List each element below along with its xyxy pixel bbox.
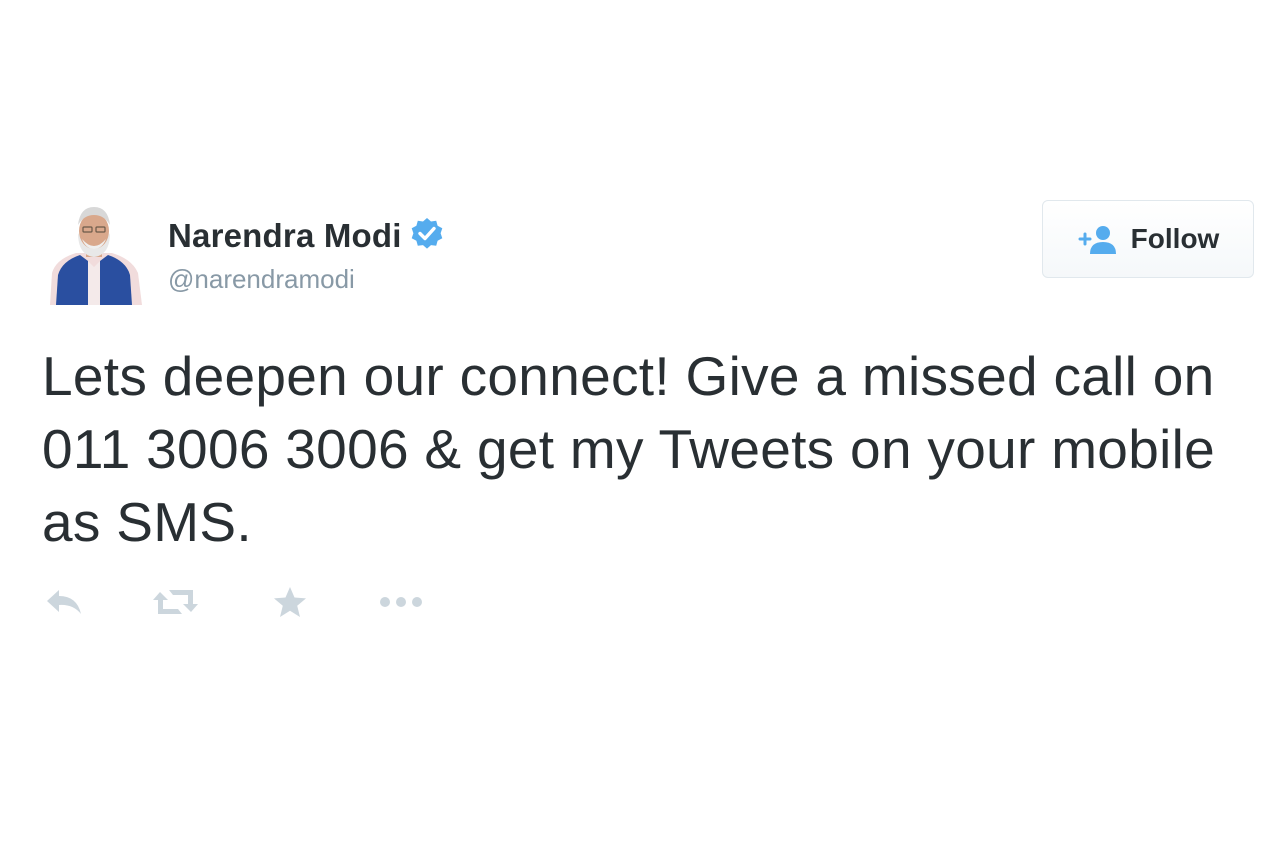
follow-label: Follow: [1130, 223, 1220, 254]
star-icon[interactable]: [270, 582, 310, 622]
tweet-text: Lets deepen our connect! Give a missed c…: [42, 345, 1216, 553]
user-handle[interactable]: @narendramodi: [168, 264, 444, 295]
tweet-card: Narendra Modi @narendramodi Follow Lets …: [0, 0, 1280, 850]
verified-badge-icon: [410, 217, 444, 251]
profile-photo-icon: [42, 203, 146, 305]
tweet-actions: [42, 582, 424, 622]
follow-button[interactable]: Follow: [1042, 200, 1254, 278]
avatar[interactable]: [42, 203, 146, 305]
more-icon[interactable]: [378, 582, 424, 622]
display-name[interactable]: Narendra Modi: [168, 217, 402, 255]
author-block: Narendra Modi @narendramodi: [168, 214, 444, 310]
add-user-icon: [1077, 224, 1119, 254]
name-row: Narendra Modi: [168, 214, 444, 258]
retweet-icon[interactable]: [152, 582, 200, 622]
reply-icon[interactable]: [42, 582, 86, 622]
